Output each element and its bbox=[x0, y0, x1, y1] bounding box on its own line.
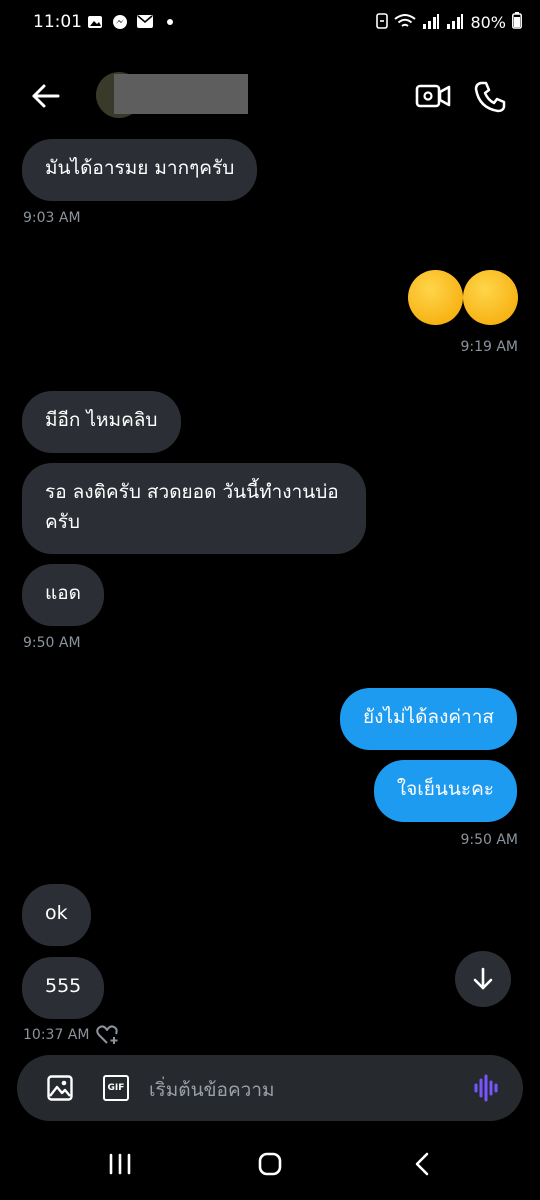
gif-label: GIF bbox=[107, 1083, 125, 1093]
scroll-down-button[interactable] bbox=[455, 951, 511, 1007]
dot-indicator-icon bbox=[161, 14, 178, 29]
received-message[interactable]: รอ ลงติครับ สวดยอด วันนี้ทำงานบ่อ ครับ bbox=[22, 463, 366, 554]
image-icon[interactable] bbox=[47, 1075, 73, 1105]
phone-icon[interactable] bbox=[473, 80, 507, 114]
timestamp: 9:19 AM bbox=[460, 339, 518, 355]
mail-notification-icon bbox=[136, 14, 153, 29]
gif-icon[interactable]: GIF bbox=[103, 1075, 129, 1101]
smiling-face-emoji[interactable] bbox=[463, 270, 518, 325]
received-message[interactable]: ok bbox=[22, 884, 91, 946]
arrow-down-icon bbox=[473, 967, 493, 990]
received-message[interactable]: มีอีก ไหมคลิบ bbox=[22, 391, 181, 453]
back-nav-icon[interactable] bbox=[412, 1152, 432, 1180]
system-navigation-bar bbox=[0, 1130, 540, 1200]
battery-percent: 80% bbox=[470, 13, 506, 32]
home-icon[interactable] bbox=[258, 1152, 282, 1180]
timestamp: 9:50 AM bbox=[460, 832, 518, 848]
recent-apps-icon[interactable] bbox=[108, 1152, 132, 1180]
signal-icon-1 bbox=[422, 13, 440, 33]
battery-icon bbox=[512, 12, 522, 33]
status-time: 11:01 bbox=[33, 12, 82, 32]
nfc-icon bbox=[376, 12, 389, 33]
voice-message-icon[interactable] bbox=[473, 1073, 501, 1107]
message-input[interactable]: เริ่มต้นข้อความ bbox=[149, 1075, 275, 1105]
received-message[interactable]: 555 bbox=[22, 957, 105, 1019]
timestamp: 10:37 AM bbox=[23, 1027, 90, 1043]
sent-message[interactable]: ใจเย็นนะคะ bbox=[373, 760, 517, 822]
signal-icon-2 bbox=[446, 13, 464, 33]
back-arrow-icon[interactable] bbox=[30, 80, 62, 112]
wifi-icon bbox=[394, 13, 417, 33]
heart-react-icon[interactable] bbox=[96, 1025, 120, 1049]
smiling-face-emoji[interactable] bbox=[408, 270, 463, 325]
message-composer: GIF เริ่มต้นข้อความ bbox=[17, 1055, 523, 1121]
timestamp: 9:03 AM bbox=[23, 210, 81, 226]
message-line: รอ ลงติครับ สวดยอด วันนี้ทำงานบ่อ bbox=[45, 481, 339, 503]
message-line: ครับ bbox=[45, 511, 80, 533]
sent-message[interactable]: ยังไม่ได้ลงค่าาส bbox=[340, 688, 517, 750]
timestamp: 9:50 AM bbox=[23, 635, 81, 651]
gallery-notification-icon bbox=[86, 14, 103, 29]
video-call-icon[interactable] bbox=[415, 80, 451, 112]
status-right: 80% bbox=[376, 12, 522, 33]
contact-name-redacted[interactable] bbox=[114, 74, 248, 114]
messenger-notification-icon bbox=[111, 14, 128, 29]
status-notification-icons bbox=[86, 14, 178, 29]
received-message[interactable]: มันได้อารมย มากๆครับ bbox=[22, 139, 258, 201]
received-message[interactable]: แอด bbox=[22, 564, 104, 626]
